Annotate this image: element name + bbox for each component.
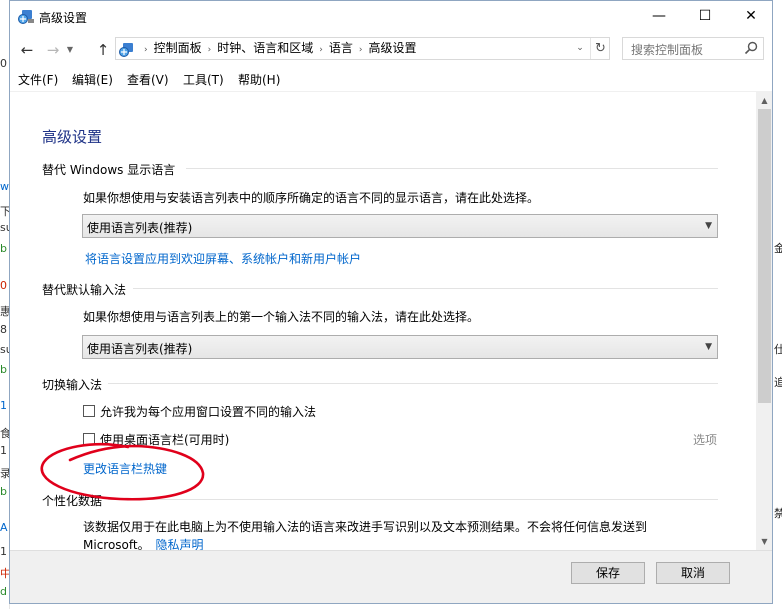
personalization-description-tail: Microsoft。 bbox=[83, 538, 150, 550]
menu-view[interactable]: 查看(V) bbox=[127, 71, 169, 88]
bg-fragment: b bbox=[0, 485, 7, 498]
background-window-right: 金 仕 追 禁 bbox=[773, 0, 782, 609]
default-input-selected: 使用语言列表(推荐) bbox=[87, 342, 193, 356]
switch-input-group-title: 切换输入法 bbox=[42, 378, 103, 392]
default-input-group-title: 替代默认输入法 bbox=[42, 283, 127, 297]
chevron-down-icon: ▼ bbox=[705, 221, 712, 231]
page-title: 高级设置 bbox=[42, 128, 103, 146]
bg-fragment: b bbox=[0, 363, 7, 376]
search-icon bbox=[744, 41, 758, 55]
breadcrumb-separator-icon[interactable]: › bbox=[359, 45, 363, 55]
settings-content: 高级设置 替代 Windows 显示语言 如果你想使用与安装语言列表中的顺序所确… bbox=[10, 92, 755, 550]
maximize-button[interactable]: ☐ bbox=[682, 1, 728, 31]
search-placeholder: 搜索控制面板 bbox=[631, 43, 704, 57]
control-panel-icon bbox=[18, 10, 34, 24]
forward-arrow-icon[interactable]: → bbox=[42, 39, 64, 61]
breadcrumb-separator-icon: › bbox=[144, 45, 148, 55]
bg-fragment: 1 bbox=[0, 399, 7, 412]
bg-fragment: 8 bbox=[0, 323, 7, 336]
bg-fragment: 1 bbox=[0, 444, 7, 457]
menu-bar: 文件(F) 编辑(E) 查看(V) 工具(T) 帮助(H) bbox=[10, 67, 772, 92]
bg-fragment: b bbox=[0, 242, 7, 255]
menu-help[interactable]: 帮助(H) bbox=[238, 71, 280, 88]
apply-language-settings-link[interactable]: 将语言设置应用到欢迎屏幕、系统帐户和新用户帐户 bbox=[85, 250, 361, 267]
language-bar-checkbox[interactable] bbox=[83, 433, 95, 445]
chevron-down-icon: ▼ bbox=[705, 342, 712, 352]
close-button[interactable]: ✕ bbox=[728, 1, 772, 31]
address-bar[interactable]: › 控制面板 › 时钟、语言和区域 › 语言 › 高级设置 ⌄ ↻ bbox=[115, 37, 610, 60]
breadcrumb: › 控制面板 › 时钟、语言和区域 › 语言 › 高级设置 bbox=[138, 38, 417, 59]
breadcrumb-item[interactable]: 高级设置 bbox=[368, 41, 416, 55]
default-input-select[interactable]: 使用语言列表(推荐) ▼ bbox=[82, 335, 718, 359]
vertical-scrollbar[interactable]: ▲ ▼ bbox=[756, 92, 772, 550]
menu-tools[interactable]: 工具(T) bbox=[183, 71, 224, 88]
window-title: 高级设置 bbox=[39, 11, 88, 25]
bg-fragment: 仕 bbox=[774, 343, 782, 356]
breadcrumb-separator-icon[interactable]: › bbox=[319, 45, 323, 55]
breadcrumb-item[interactable]: 控制面板 bbox=[154, 41, 202, 55]
bg-fragment: 追 bbox=[774, 376, 782, 389]
group-divider bbox=[108, 499, 718, 500]
menu-file[interactable]: 文件(F) bbox=[18, 71, 58, 88]
breadcrumb-item[interactable]: 语言 bbox=[329, 41, 353, 55]
bg-fragment: 禁 bbox=[774, 507, 782, 520]
scrollbar-thumb[interactable] bbox=[758, 109, 771, 403]
address-dropdown-chevron-icon[interactable]: ⌄ bbox=[572, 38, 588, 59]
privacy-statement-link[interactable]: 隐私声明 bbox=[155, 538, 203, 550]
up-arrow-icon[interactable]: ↑ bbox=[92, 39, 114, 61]
display-language-select[interactable]: 使用语言列表(推荐) ▼ bbox=[82, 214, 718, 238]
personalization-description-cont: Microsoft。 隐私声明 bbox=[83, 536, 203, 550]
display-language-selected: 使用语言列表(推荐) bbox=[87, 221, 193, 235]
group-divider bbox=[133, 288, 718, 289]
scroll-down-arrow-icon[interactable]: ▼ bbox=[756, 533, 772, 550]
breadcrumb-item[interactable]: 时钟、语言和区域 bbox=[217, 41, 313, 55]
save-button[interactable]: 保存 bbox=[571, 562, 645, 584]
search-box[interactable]: 搜索控制面板 bbox=[622, 37, 764, 60]
personalization-group-title: 个性化数据 bbox=[42, 494, 103, 508]
back-arrow-icon[interactable]: ← bbox=[16, 39, 38, 61]
per-app-input-checkbox[interactable] bbox=[83, 405, 95, 417]
title-bar[interactable]: 高级设置 — ☐ ✕ bbox=[10, 1, 772, 33]
menu-edit[interactable]: 编辑(E) bbox=[72, 71, 113, 88]
dialog-footer: 保存 取消 bbox=[10, 550, 772, 603]
control-panel-icon bbox=[119, 43, 133, 57]
display-language-description: 如果你想使用与安装语言列表中的顺序所确定的语言不同的显示语言，请在此处选择。 bbox=[83, 191, 540, 205]
group-divider bbox=[108, 383, 718, 384]
group-divider bbox=[186, 168, 718, 169]
cancel-button[interactable]: 取消 bbox=[656, 562, 730, 584]
language-bar-options-link[interactable]: 选项 bbox=[693, 431, 717, 448]
bg-fragment: w bbox=[0, 180, 9, 193]
scroll-up-arrow-icon[interactable]: ▲ bbox=[756, 92, 772, 109]
navigation-bar: ← → ▼ ↑ › 控制面板 › 时钟、语言和区域 › 语言 › 高级设置 ⌄ ↻ 搜索控制面… bbox=[10, 33, 772, 67]
advanced-settings-window: 高级设置 — ☐ ✕ ← → ▼ ↑ › 控制面板 › 时钟、语言和区域 › 语言 › 高级设… bbox=[9, 0, 773, 604]
per-app-input-label[interactable]: 允许我为每个应用窗口设置不同的输入法 bbox=[100, 403, 316, 420]
refresh-icon[interactable]: ↻ bbox=[590, 38, 610, 59]
display-language-group-title: 替代 Windows 显示语言 bbox=[42, 163, 176, 177]
bg-fragment: 0 bbox=[0, 279, 7, 292]
language-bar-label[interactable]: 使用桌面语言栏(可用时) bbox=[100, 431, 229, 448]
bg-fragment: 1 bbox=[0, 545, 7, 558]
bg-fragment: 金 bbox=[774, 242, 782, 255]
bg-fragment: A bbox=[0, 521, 8, 534]
minimize-button[interactable]: — bbox=[636, 1, 682, 31]
bg-fragment: d bbox=[0, 585, 7, 598]
change-language-bar-hotkeys-link[interactable]: 更改语言栏热键 bbox=[83, 460, 167, 477]
personalization-description: 该数据仅用于在此电脑上为不使用输入法的语言来改进手写识别以及文本预测结果。不会将… bbox=[83, 520, 648, 534]
bg-fragment: 0 bbox=[0, 57, 7, 70]
default-input-description: 如果你想使用与语言列表上的第一个输入法不同的输入法，请在此处选择。 bbox=[83, 310, 480, 324]
recent-locations-chevron-icon[interactable]: ▼ bbox=[63, 39, 77, 61]
breadcrumb-separator-icon[interactable]: › bbox=[208, 45, 212, 55]
